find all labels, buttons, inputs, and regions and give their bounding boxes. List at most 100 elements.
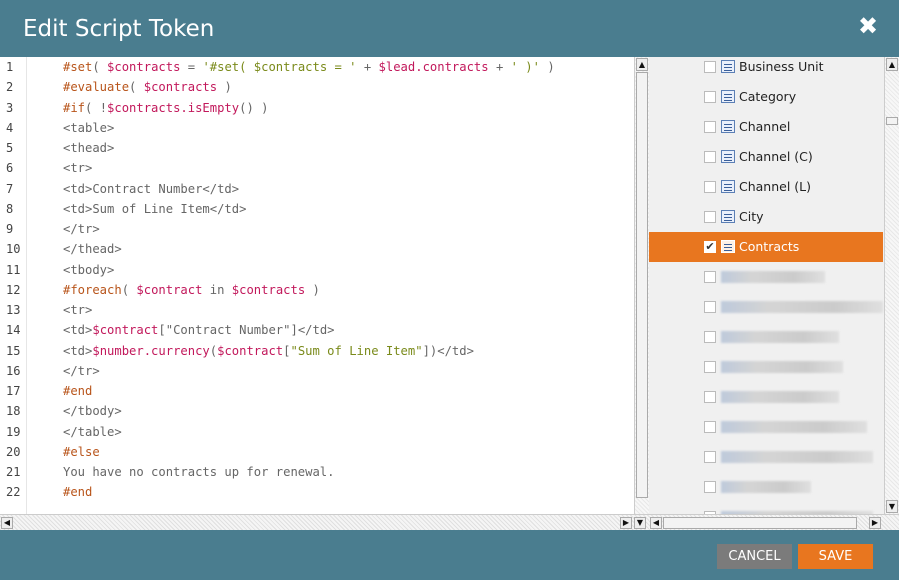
field-checkbox[interactable] [704,121,716,133]
field-checkbox[interactable] [704,151,716,163]
code-token: $contract [92,323,159,337]
code-line: <td>Contract Number</td> [63,182,239,196]
field-checkbox[interactable] [704,271,716,283]
field-list-item[interactable]: Business Unit [649,57,883,82]
field-list-item-obscured[interactable] [649,352,883,382]
field-list-item-obscured[interactable] [649,292,883,322]
line-number: 15 [6,344,21,358]
line-number: 13 [6,303,21,317]
field-list-item[interactable]: Channel (L) [649,172,883,202]
code-line: </table> [63,425,122,439]
field-label: Channel (L) [739,179,812,194]
field-checkbox[interactable] [704,181,716,193]
field-list-item-obscured[interactable] [649,412,883,442]
code-token: #set [63,60,93,74]
code-token: #end [63,384,93,398]
editor-vertical-scrollbar[interactable]: ▲ [634,57,649,514]
code-line: </tr> [63,364,100,378]
save-button[interactable]: SAVE [798,544,873,569]
field-list-item-obscured[interactable] [649,472,883,502]
field-list-vertical-scrollbar[interactable]: ▲ ▼ [884,57,899,514]
cancel-button[interactable]: CANCEL [717,544,792,569]
code-editor[interactable]: 1 #set( $contracts = '#set( $contracts = … [0,57,634,514]
code-token: "Sum of Line Item" [290,344,423,358]
field-checkbox[interactable] [704,451,716,463]
field-list-item-obscured[interactable] [649,322,883,352]
scroll-right-icon[interactable]: ▶ [620,517,632,529]
field-checkbox[interactable] [704,61,716,73]
code-token: <td>Contract Number</td> [63,182,240,196]
line-number: 16 [6,364,21,378]
field-checkbox[interactable] [704,481,716,493]
code-token: ( [129,80,144,94]
obscured-field-label [721,421,867,433]
code-token: </thead> [63,242,122,256]
code-token: #if [63,101,86,115]
code-line: #evaluate( $contracts ) [63,80,232,94]
code-token: + [356,60,379,74]
code-token: #foreach [63,283,122,297]
field-list-icon [721,150,735,163]
field-list-item[interactable]: ✔ Contracts [649,232,883,262]
code-line: </thead> [63,242,122,256]
field-label: Business Unit [739,59,824,74]
line-number: 3 [6,101,14,115]
field-checkbox[interactable] [704,391,716,403]
code-token: ( [92,60,108,74]
list-scroll-right-icon[interactable]: ▶ [869,517,881,529]
field-list-item-obscured[interactable] [649,382,883,412]
field-list-item[interactable]: Category [649,82,883,112]
scroll-up-icon[interactable]: ▲ [636,58,648,71]
code-line: <td>$number.currency($contract["Sum of L… [63,344,474,358]
code-line: <table> [63,121,114,135]
list-scroll-down-icon[interactable]: ▼ [886,500,898,513]
line-number: 19 [6,425,21,439]
code-token: + [488,60,511,74]
line-number: 14 [6,323,21,337]
obscured-field-label [721,391,839,403]
field-list: Business Unit Category Channel Channel (C) C… [649,57,884,514]
field-checkbox[interactable] [704,91,716,103]
line-number: 5 [6,141,14,155]
list-scroll-left-icon[interactable]: ◀ [650,517,662,529]
editor-scroll-thumb[interactable] [636,72,648,498]
field-list-item[interactable]: City [649,202,883,232]
field-list-horizontal-scrollbar[interactable]: ◀ ▶ [649,514,899,530]
code-token: '#set( $contracts = ' [202,60,357,74]
field-checkbox[interactable]: ✔ [704,241,716,253]
list-scroll-thumb[interactable] [886,117,898,125]
field-checkbox[interactable] [704,301,716,313]
code-line: </tr> [63,222,100,236]
code-token: ) [539,60,555,74]
code-token: ( [121,283,137,297]
code-line: <td>$contract["Contract Number"]</td> [63,323,335,337]
code-token: [ [283,344,291,358]
field-list-item-obscured[interactable] [649,262,883,292]
field-list-item[interactable]: Channel [649,112,883,142]
field-checkbox[interactable] [704,421,716,433]
dialog-header: Edit Script Token ✖ [0,0,899,57]
field-checkbox[interactable] [704,331,716,343]
code-token: in [202,283,232,297]
field-list-item[interactable]: Channel (C) [649,142,883,172]
code-line: <thead> [63,141,114,155]
code-line: </tbody> [63,404,122,418]
field-list-item-obscured[interactable] [649,442,883,472]
code-token: #end [63,485,93,499]
code-line: <tbody> [63,263,114,277]
code-token: ) [217,80,232,94]
close-icon[interactable]: ✖ [857,14,879,38]
code-token: $lead.contracts [378,60,489,74]
code-token: <table> [63,121,115,135]
field-checkbox[interactable] [704,361,716,373]
line-number: 17 [6,384,21,398]
list-hscroll-thumb[interactable] [663,517,857,529]
field-list-item-obscured[interactable] [649,502,883,514]
editor-horizontal-scrollbar[interactable]: ◀ ▶ ▼ [0,514,649,530]
scroll-left-icon[interactable]: ◀ [1,517,13,529]
field-checkbox[interactable] [704,211,716,223]
field-list-icon [721,180,735,193]
code-token: ["Contract Number"]</td> [158,323,335,337]
list-scroll-up-icon[interactable]: ▲ [886,58,898,71]
scroll-down-icon[interactable]: ▼ [634,517,646,529]
